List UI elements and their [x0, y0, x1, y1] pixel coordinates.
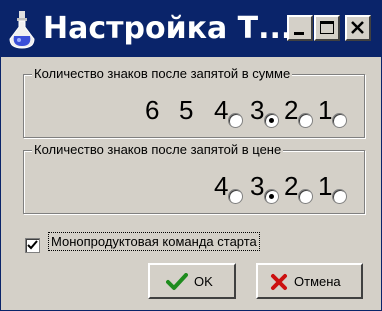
price-radio-4[interactable] [228, 189, 243, 204]
checkmark-icon [27, 240, 38, 250]
sum-radio-4[interactable] [228, 113, 243, 128]
sum-digit-4: 4 [214, 95, 229, 125]
settings-dialog: Настройка Т... Количество знаков после з… [0, 0, 382, 311]
sum-decimals-group: Количество знаков после запятой в сумме … [23, 66, 365, 138]
sum-digit-5: 5 [179, 95, 194, 125]
title-bar[interactable]: Настройка Т... [1, 1, 381, 57]
sum-group-legend: Количество знаков после запятой в сумме [32, 66, 293, 81]
close-button[interactable] [345, 15, 371, 41]
ok-button[interactable]: OK [148, 263, 236, 299]
price-digit-4: 4 [214, 171, 229, 201]
sum-digit-6: 6 [145, 95, 160, 125]
price-digit-1: 1 [318, 171, 333, 201]
window-title: Настройка Т... [43, 11, 293, 46]
mono-product-checkbox[interactable] [25, 238, 40, 253]
close-icon [351, 21, 364, 34]
minimize-button[interactable] [287, 15, 313, 41]
x-icon [271, 274, 287, 290]
sum-radio-3[interactable] [264, 113, 279, 128]
sum-radio-2[interactable] [298, 113, 313, 128]
price-radio-3[interactable] [264, 189, 279, 204]
price-group-legend: Количество знаков после запятой в цене [32, 142, 284, 157]
cancel-button[interactable]: Отмена [256, 263, 363, 299]
ok-label: OK [194, 274, 213, 289]
maximize-icon [320, 21, 334, 34]
sum-digit-2: 2 [284, 95, 299, 125]
maximize-button[interactable] [314, 15, 340, 41]
price-decimals-group: Количество знаков после запятой в цене 4… [23, 142, 365, 214]
sum-digit-1: 1 [318, 95, 333, 125]
price-radio-1[interactable] [332, 189, 347, 204]
sum-digit-3: 3 [250, 95, 265, 125]
sum-radio-1[interactable] [332, 113, 347, 128]
minimize-icon [294, 32, 304, 35]
cancel-label: Отмена [294, 274, 341, 289]
flask-icon [9, 11, 35, 49]
check-icon [166, 273, 188, 290]
price-radio-2[interactable] [298, 189, 313, 204]
price-digit-3: 3 [250, 171, 265, 201]
mono-product-label[interactable]: Монопродуктовая команда старта [48, 232, 260, 251]
price-digit-2: 2 [284, 171, 299, 201]
